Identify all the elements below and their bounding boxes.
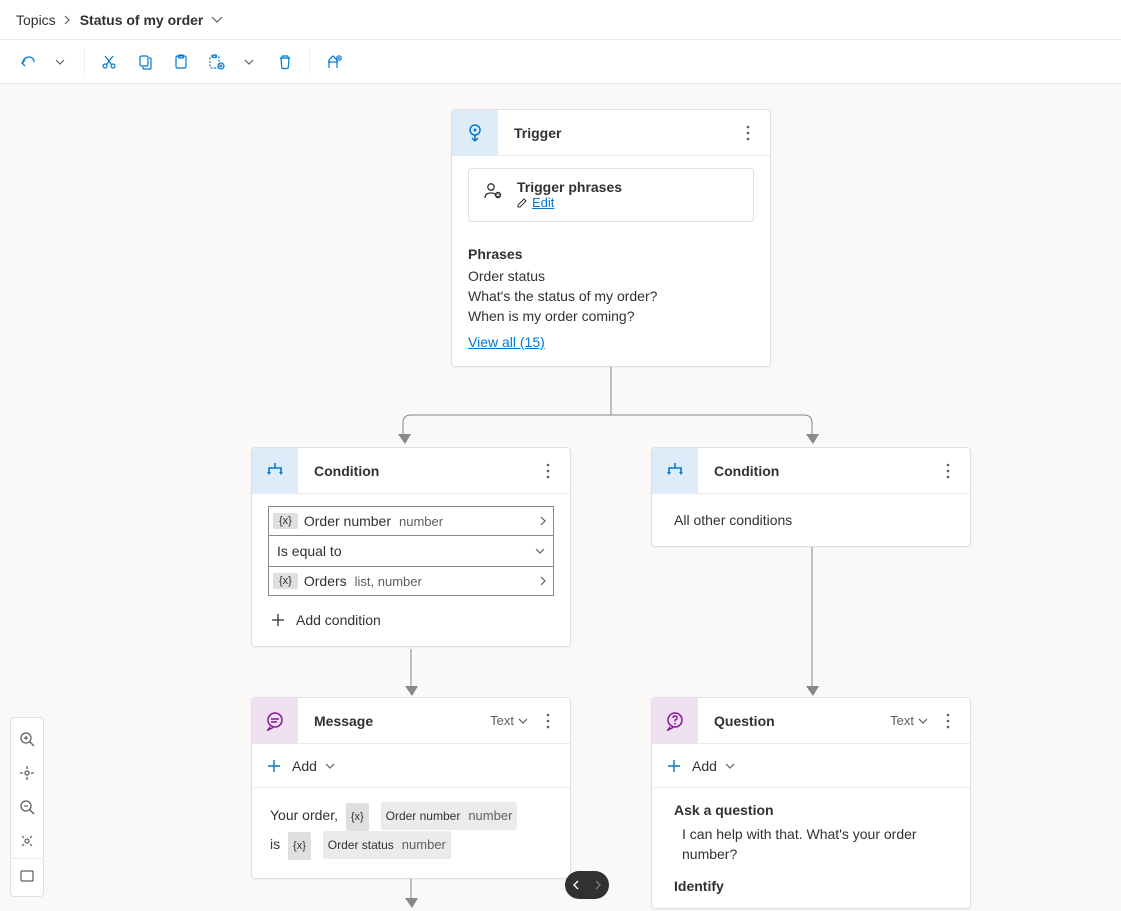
ask-question-label: Ask a question — [674, 802, 948, 818]
undo-button[interactable] — [12, 46, 44, 78]
nav-next-button[interactable] — [587, 880, 609, 890]
chevron-down-icon[interactable] — [725, 763, 735, 769]
question-icon — [652, 698, 698, 744]
chevron-down-icon[interactable] — [325, 763, 335, 769]
variable-token[interactable]: Order status number — [323, 831, 451, 859]
plus-icon — [268, 610, 288, 630]
node-title: Condition — [698, 463, 932, 479]
breadcrumb-current[interactable]: Status of my order — [80, 12, 204, 28]
variable-token[interactable]: {x} — [288, 832, 311, 860]
minimap-button[interactable] — [10, 858, 44, 892]
node-type-badge[interactable]: Text — [490, 713, 514, 728]
variable-token[interactable]: Order number number — [381, 802, 518, 830]
message-node[interactable]: Message Text Add Your order, {x} Order n… — [251, 697, 571, 879]
paste-special-button[interactable] — [201, 46, 233, 78]
nav-prev-button[interactable] — [565, 880, 587, 890]
identify-label: Identify — [674, 878, 948, 894]
chevron-right-icon — [540, 516, 547, 526]
branch-icon — [652, 448, 698, 494]
breadcrumb-root[interactable]: Topics — [16, 12, 56, 28]
fit-to-screen-button[interactable] — [10, 756, 44, 790]
condition-node[interactable]: Condition {x} Order number number Is equ… — [251, 447, 571, 647]
chevron-down-icon — [535, 548, 545, 554]
paste-button[interactable] — [165, 46, 197, 78]
plus-icon — [262, 754, 286, 778]
copy-button[interactable] — [129, 46, 161, 78]
message-content[interactable]: Your order, {x} Order number number is {… — [252, 788, 570, 878]
variable-token[interactable]: {x} — [346, 803, 369, 831]
breadcrumb: Topics Status of my order — [0, 0, 1121, 40]
canvas-nav-pill[interactable] — [565, 871, 609, 899]
chevron-down-icon[interactable] — [211, 16, 223, 24]
zoom-out-button[interactable] — [10, 790, 44, 824]
trigger-icon — [452, 110, 498, 156]
node-title: Trigger — [498, 125, 732, 141]
message-icon — [252, 698, 298, 744]
other-conditions-label: All other conditions — [652, 494, 970, 546]
trigger-phrases-card[interactable]: Trigger phrases Edit — [468, 168, 754, 222]
node-title: Condition — [298, 463, 532, 479]
user-says-icon — [483, 181, 503, 201]
trigger-phrase: Order status — [468, 268, 754, 284]
condition-variable-picker[interactable]: {x} Order number number — [268, 506, 554, 536]
zoom-panel — [10, 717, 44, 897]
toolbar-separator — [84, 50, 85, 74]
zoom-in-button[interactable] — [10, 722, 44, 756]
question-text[interactable]: I can help with that. What's your order … — [682, 824, 948, 864]
chevron-down-icon[interactable] — [518, 718, 528, 724]
variables-button[interactable] — [318, 46, 350, 78]
trigger-phrase: When is my order coming? — [468, 308, 754, 324]
toolbar-separator — [309, 50, 310, 74]
node-type-badge[interactable]: Text — [890, 713, 914, 728]
view-all-phrases-link[interactable]: View all (15) — [468, 334, 545, 350]
question-node[interactable]: Question Text Add Ask a question I can h… — [651, 697, 971, 909]
delete-button[interactable] — [269, 46, 301, 78]
undo-dropdown[interactable] — [44, 46, 76, 78]
variable-token: {x} — [273, 513, 298, 529]
plus-icon — [662, 754, 686, 778]
chevron-right-icon — [64, 15, 72, 25]
add-button[interactable]: Add — [292, 758, 317, 774]
node-menu-button[interactable] — [932, 455, 964, 487]
node-title: Message — [298, 713, 490, 729]
edit-trigger-link[interactable]: Edit — [517, 195, 554, 210]
authoring-canvas[interactable]: Trigger Trigger phrases Edit Phra — [0, 84, 1121, 911]
condition-node-other[interactable]: Condition All other conditions — [651, 447, 971, 547]
node-menu-button[interactable] — [532, 455, 564, 487]
variable-token: {x} — [273, 573, 298, 589]
chevron-down-icon[interactable] — [918, 718, 928, 724]
add-condition-button[interactable]: Add condition — [268, 610, 554, 630]
condition-operator-picker[interactable]: Is equal to — [268, 536, 554, 566]
node-menu-button[interactable] — [732, 117, 764, 149]
add-button[interactable]: Add — [692, 758, 717, 774]
trigger-phrases-label: Trigger phrases — [517, 179, 622, 195]
condition-value-picker[interactable]: {x} Orders list, number — [268, 566, 554, 596]
phrases-header: Phrases — [468, 246, 754, 262]
node-menu-button[interactable] — [932, 705, 964, 737]
toolbar — [0, 40, 1121, 84]
cut-button[interactable] — [93, 46, 125, 78]
paste-dropdown[interactable] — [233, 46, 265, 78]
chevron-right-icon — [540, 576, 547, 586]
trigger-node[interactable]: Trigger Trigger phrases Edit Phra — [451, 109, 771, 367]
node-title: Question — [698, 713, 890, 729]
trigger-phrase: What's the status of my order? — [468, 288, 754, 304]
branch-icon — [252, 448, 298, 494]
node-menu-button[interactable] — [532, 705, 564, 737]
reset-view-button[interactable] — [10, 824, 44, 858]
